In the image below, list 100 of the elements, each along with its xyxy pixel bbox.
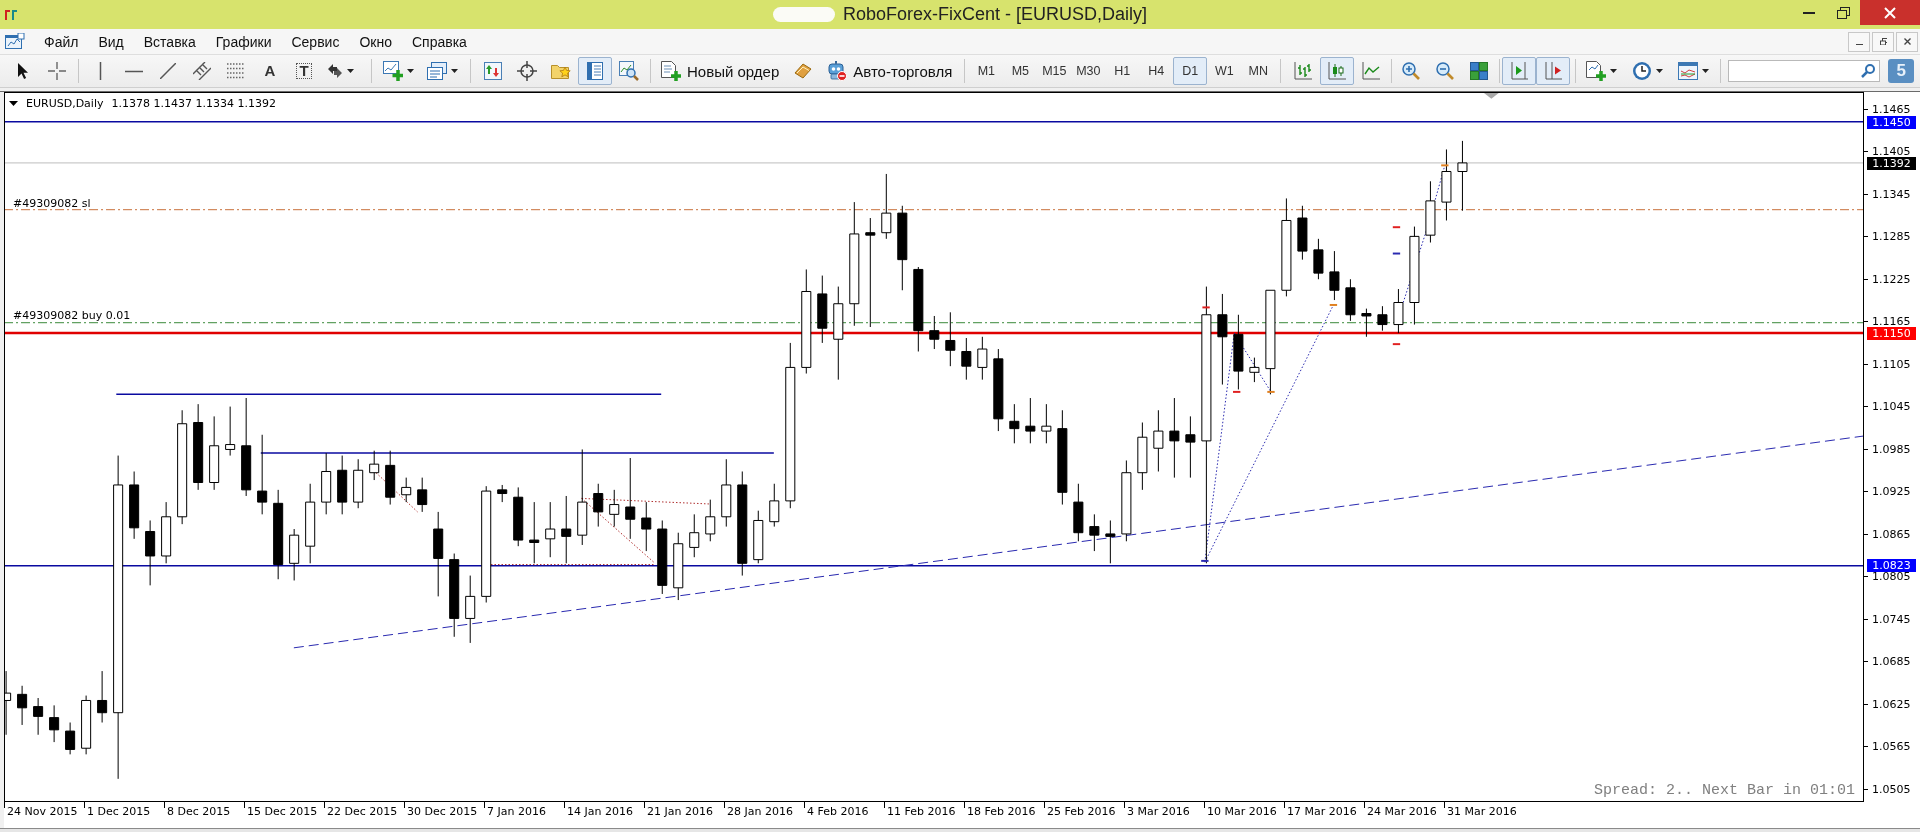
text-tool-button[interactable]: A (253, 57, 287, 85)
horizontal-line-icon[interactable] (125, 69, 143, 73)
price-axis-label: 1.1405 (1872, 147, 1911, 156)
new-order-button[interactable]: Новый ордер (654, 57, 787, 85)
candlestick-icon[interactable] (1328, 62, 1347, 80)
price-tag: 1.1450 (1867, 115, 1916, 129)
timeframe-tab[interactable]: W1 (1207, 57, 1242, 85)
dotted-lines-icon[interactable] (227, 63, 245, 79)
price-axis-label: 1.1105 (1872, 359, 1911, 369)
down-triangle-icon[interactable] (9, 101, 18, 106)
menu-item[interactable]: Вид (88, 30, 134, 53)
close-button[interactable] (1860, 0, 1920, 25)
clock-icon[interactable] (1632, 61, 1653, 81)
folder-star-icon[interactable] (551, 62, 571, 80)
window-lines-icon[interactable] (1678, 62, 1699, 80)
search-icon[interactable] (1861, 64, 1876, 78)
list-panel-icon[interactable] (587, 62, 603, 80)
menu-item[interactable]: Вставка (133, 30, 206, 53)
app-icon (5, 9, 17, 20)
trade-marker (1392, 343, 1401, 346)
caret-icon[interactable] (1610, 69, 1618, 73)
window-stack-icon[interactable] (427, 62, 447, 80)
restore-icon[interactable] (1879, 37, 1887, 46)
grid-windows-icon[interactable] (1470, 62, 1489, 80)
price-axis-label: 1.0745 (1872, 614, 1911, 624)
minimize-icon[interactable] (1803, 11, 1815, 14)
chart-shift-button[interactable] (1502, 57, 1537, 85)
book-icon[interactable] (794, 63, 813, 79)
time-axis-label: 25 Feb 2016 (1047, 804, 1116, 818)
mdi-close-button[interactable] (1896, 31, 1918, 52)
time-axis-label: 21 Jan 2016 (647, 804, 713, 818)
zoom-out-icon[interactable] (1436, 62, 1455, 80)
robot-stop-icon[interactable] (827, 61, 848, 81)
menu-item[interactable]: Справка (401, 30, 477, 53)
time-axis-label: 17 Mar 2016 (1287, 804, 1357, 818)
axis-triangle-icon[interactable] (1510, 62, 1529, 80)
timeframe-tab[interactable]: MN (1241, 57, 1276, 85)
menu-item[interactable]: Сервис (281, 30, 350, 53)
terminal-button[interactable] (578, 57, 612, 85)
timeframe-tab[interactable]: M30 (1071, 57, 1106, 85)
timeframe-tab[interactable]: H4 (1139, 57, 1174, 85)
price-axis-label: 1.0685 (1872, 657, 1911, 666)
price-tag: 1.1150 (1867, 326, 1916, 340)
caret-icon[interactable] (347, 69, 354, 73)
timeframe-tab[interactable]: M1 (969, 57, 1004, 85)
price-axis-label: 1.1345 (1872, 189, 1911, 199)
zoom-in-icon[interactable] (1402, 62, 1421, 80)
price-axis-label: 1.1285 (1872, 232, 1911, 241)
menu-item[interactable]: Графики (205, 30, 282, 53)
spread-status-text: Spread: 2.. Next Bar in 01:01 (1593, 782, 1855, 799)
vertical-line-icon[interactable] (98, 62, 102, 80)
timeframe-tab[interactable]: M15 (1037, 57, 1072, 85)
chart-arrows-icon[interactable] (484, 62, 502, 80)
crosshair-icon[interactable] (48, 62, 66, 80)
document-plus-icon[interactable] (661, 61, 681, 81)
chart-symbol-label: EURUSD,Daily (26, 97, 104, 110)
timeframe-tab[interactable]: D1 (1173, 57, 1208, 85)
cursor-arrow-icon[interactable] (17, 62, 29, 80)
crosshair-circle-icon[interactable] (517, 61, 537, 81)
auto-scroll-button[interactable] (1536, 57, 1571, 85)
caret-icon[interactable] (451, 69, 458, 73)
trade-marker (1329, 304, 1338, 306)
price-axis-label: 1.1165 (1872, 317, 1911, 326)
time-axis-label: 10 Mar 2016 (1207, 804, 1277, 818)
price-axis-label: 1.1465 (1872, 104, 1911, 114)
close-icon[interactable] (1903, 37, 1911, 46)
triangle-marker-icon[interactable] (1484, 93, 1499, 99)
menu-item[interactable]: Окно (349, 30, 402, 53)
timeframe-tab[interactable]: H1 (1105, 57, 1140, 85)
search-field[interactable] (1728, 60, 1881, 82)
axis-arrow-icon[interactable] (1544, 62, 1563, 80)
timeframe-tab[interactable]: M5 (1003, 57, 1038, 85)
arrows-icon[interactable] (327, 64, 343, 78)
time-axis-label: 22 Dec 2015 (327, 804, 398, 818)
time-axis-label: 3 Mar 2016 (1127, 804, 1190, 818)
chart-window-icon (5, 32, 25, 51)
trade-marker (1392, 226, 1401, 229)
trade-marker (1267, 390, 1275, 393)
caret-icon[interactable] (1702, 69, 1710, 73)
time-axis-label: 24 Nov 2015 (7, 804, 78, 818)
magnifier-chart-icon[interactable] (619, 61, 639, 81)
text-label-tool-button[interactable]: T (287, 57, 321, 85)
hatched-channel-icon[interactable] (193, 62, 211, 80)
candlestick-chart-button[interactable] (1320, 57, 1355, 85)
caret-icon[interactable] (407, 69, 414, 73)
menu-item[interactable]: Файл (34, 30, 89, 53)
time-axis-label: 28 Jan 2016 (727, 804, 793, 818)
line-chart-icon[interactable] (1362, 62, 1381, 80)
restore-icon[interactable] (1836, 6, 1850, 19)
bar-chart-icon[interactable] (1294, 62, 1313, 80)
diagonal-line-icon[interactable] (160, 63, 176, 79)
chart-plus-icon[interactable] (383, 61, 403, 81)
time-axis-label: 15 Dec 2015 (247, 804, 318, 818)
price-axis-label: 1.0625 (1872, 699, 1911, 709)
mdi-restore-button[interactable] (1872, 31, 1894, 52)
trade-marker (1233, 390, 1241, 393)
caret-icon[interactable] (1656, 69, 1664, 73)
document-plus-icon[interactable] (1586, 61, 1607, 81)
auto-trading-button[interactable]: Авто-торговля (820, 57, 960, 85)
price-axis-label: 1.0925 (1872, 487, 1911, 496)
